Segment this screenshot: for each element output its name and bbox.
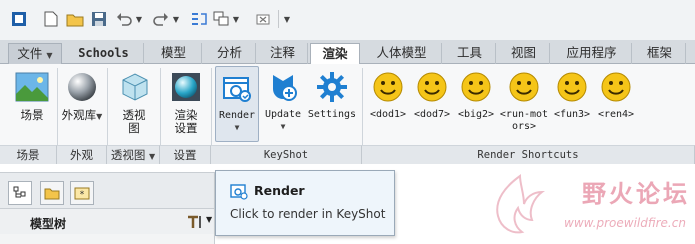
tab-file[interactable]: 文件 ▼ bbox=[8, 43, 62, 64]
scene-button[interactable]: 场景 bbox=[8, 66, 56, 122]
new-file-icon[interactable] bbox=[42, 10, 60, 28]
tab-annotate[interactable]: 注释 bbox=[258, 43, 308, 64]
sphere-icon bbox=[65, 70, 99, 104]
group-label-perspective[interactable]: 透视图 ▼ bbox=[107, 145, 160, 164]
tooltip-title: Render bbox=[254, 183, 305, 198]
svg-text:*: * bbox=[80, 190, 85, 200]
toolbar-separator bbox=[278, 10, 279, 28]
render-settings-button[interactable]: 渲染设置 bbox=[164, 66, 208, 135]
quick-access-toolbar: ▼ ▼ ▼ ▼ bbox=[0, 0, 695, 40]
windows-dropdown-icon[interactable]: ▼ bbox=[231, 10, 241, 28]
model-tree-title: 模型树 bbox=[30, 217, 67, 231]
smiley-icon bbox=[459, 70, 493, 104]
folder-icon bbox=[44, 188, 60, 200]
tab-view[interactable]: 视图 bbox=[498, 43, 550, 64]
keyshot-settings-button[interactable]: Settings bbox=[306, 66, 358, 121]
render-tooltip: Render Click to render in KeyShot bbox=[215, 170, 395, 236]
model-tree-tab[interactable] bbox=[8, 181, 32, 205]
gear-icon bbox=[315, 70, 349, 104]
model-tree-header: 模型树 ▼ bbox=[0, 208, 215, 234]
shortcut-fun3-button[interactable]: <fun3> bbox=[550, 66, 594, 121]
smiley-icon bbox=[371, 70, 405, 104]
tab-analysis[interactable]: 分析 bbox=[204, 43, 256, 64]
update-icon bbox=[266, 70, 300, 104]
group-label-keyshot: KeyShot bbox=[211, 145, 362, 164]
perspective-box-icon bbox=[117, 70, 151, 104]
shortcut-ren4-button[interactable]: <ren4> bbox=[594, 66, 638, 121]
tab-model[interactable]: 模型 bbox=[146, 43, 202, 64]
model-tree-body bbox=[0, 234, 215, 244]
shortcut-dod7-button[interactable]: <dod7> bbox=[410, 66, 454, 121]
render-camera-icon bbox=[220, 71, 254, 105]
regenerate-icon[interactable] bbox=[190, 10, 208, 28]
close-window-icon[interactable] bbox=[254, 10, 272, 28]
group-label-render-shortcuts: Render Shortcuts bbox=[362, 145, 695, 164]
redo-icon[interactable] bbox=[152, 10, 170, 28]
group-label-appearance: 外观 bbox=[57, 145, 107, 164]
keyshot-update-button[interactable]: Update ▼ bbox=[262, 66, 304, 133]
watermark-url: www.proewildfire.cn bbox=[564, 216, 686, 230]
group-label-scene: 场景 bbox=[0, 145, 57, 164]
scene-icon bbox=[15, 70, 49, 104]
tab-tools[interactable]: 工具 bbox=[444, 43, 496, 64]
tab-schools[interactable]: Schools bbox=[64, 43, 144, 64]
folder-browser-tab[interactable] bbox=[40, 181, 64, 205]
tree-settings-dropdown-icon[interactable]: ▼ bbox=[206, 215, 212, 224]
app-menu-icon[interactable] bbox=[10, 10, 28, 28]
shortcut-dod1-button[interactable]: <dod1> bbox=[366, 66, 410, 121]
undo-icon[interactable] bbox=[115, 10, 133, 28]
save-icon[interactable] bbox=[90, 10, 108, 28]
appearance-library-button[interactable]: 外观库▼ bbox=[58, 66, 106, 123]
keyshot-render-button[interactable]: Render ▼ bbox=[215, 66, 259, 142]
ribbon-tab-bar: 文件 ▼ Schools 模型 分析 注释 渲染 人体模型 工具 视图 应用程序… bbox=[0, 40, 695, 65]
smiley-icon bbox=[555, 70, 589, 104]
tooltip-description: Click to render in KeyShot bbox=[230, 207, 386, 221]
smiley-icon bbox=[599, 70, 633, 104]
tree-icon bbox=[13, 186, 26, 198]
tab-render[interactable]: 渲染 bbox=[310, 43, 360, 65]
customize-toolbar-icon[interactable]: ▼ bbox=[282, 10, 292, 28]
group-label-settings: 设置 bbox=[160, 145, 211, 164]
tab-applications[interactable]: 应用程序 bbox=[552, 43, 632, 64]
smiley-icon bbox=[507, 70, 541, 104]
render-camera-icon bbox=[230, 182, 248, 200]
windows-icon[interactable] bbox=[212, 10, 230, 28]
tree-settings-icon[interactable] bbox=[186, 214, 206, 233]
shortcut-run-motors-button[interactable]: <run-motors> bbox=[498, 66, 550, 133]
tab-manikin[interactable]: 人体模型 bbox=[362, 43, 442, 64]
undo-dropdown-icon[interactable]: ▼ bbox=[134, 10, 144, 28]
favorites-icon: * bbox=[74, 187, 90, 200]
watermark-text: 野火论坛 bbox=[582, 180, 690, 208]
perspective-button[interactable]: 透视图 bbox=[112, 66, 156, 135]
navigator-tab-strip: * bbox=[0, 172, 215, 208]
favorites-tab[interactable]: * bbox=[70, 181, 94, 205]
redo-dropdown-icon[interactable]: ▼ bbox=[171, 10, 181, 28]
shortcut-big2-button[interactable]: <big2> bbox=[454, 66, 498, 121]
render-settings-icon bbox=[169, 70, 203, 104]
flame-logo-icon bbox=[496, 174, 545, 234]
open-folder-icon[interactable] bbox=[66, 10, 84, 28]
smiley-icon bbox=[415, 70, 449, 104]
tab-framework[interactable]: 框架 bbox=[634, 43, 686, 64]
forum-watermark: 野火论坛 www.proewildfire.cn bbox=[480, 170, 692, 242]
